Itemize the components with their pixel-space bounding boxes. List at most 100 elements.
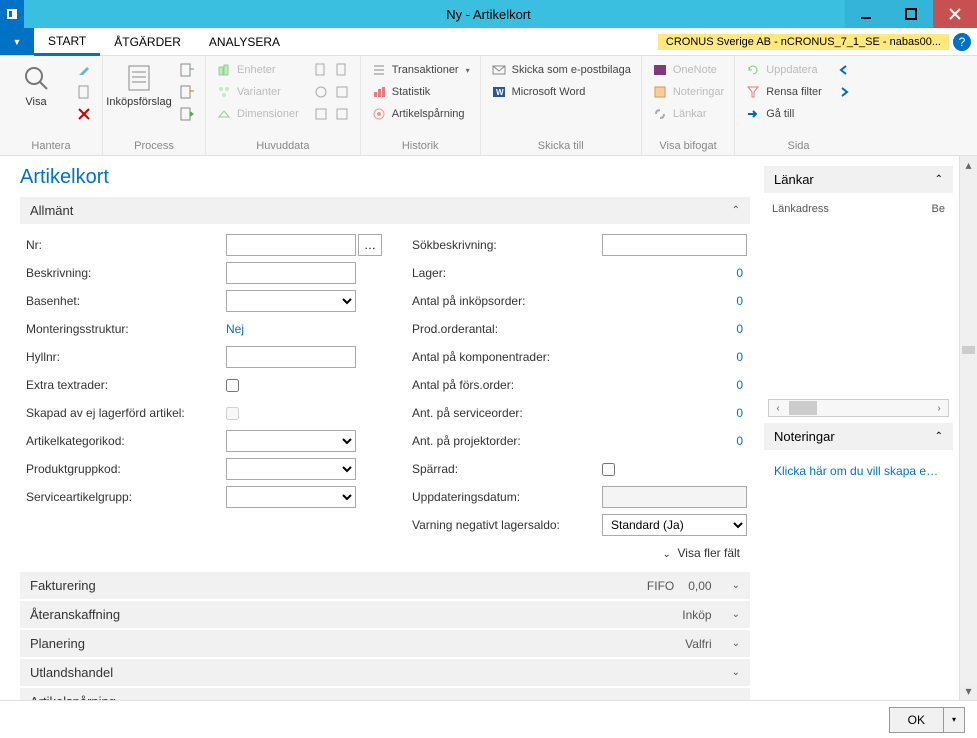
rensa-filter-button[interactable]: Rensa filter xyxy=(741,82,826,102)
fasttab-ateranskaffning[interactable]: Återanskaffning Inköp ⌄ xyxy=(20,601,750,628)
lager-value[interactable]: 0 xyxy=(602,266,747,280)
gatill-button[interactable]: Gå till xyxy=(741,104,826,124)
prev-button[interactable] xyxy=(832,60,856,80)
label-sokbeskrivning: Sökbeskrivning: xyxy=(412,238,602,252)
fasttab-utlandshandel[interactable]: Utlandshandel ⌄ xyxy=(20,659,750,686)
varning-select[interactable]: Standard (Ja) xyxy=(602,514,747,536)
transaktioner-button[interactable]: Transaktioner▾ xyxy=(367,60,474,80)
tab-analysera[interactable]: ANALYSERA xyxy=(195,28,294,55)
statistik-button[interactable]: Statistik xyxy=(367,82,474,102)
scroll-up-icon[interactable]: ▴ xyxy=(960,156,977,174)
komponentrader-value[interactable]: 0 xyxy=(602,350,747,364)
label-projektorder: Ant. på projektorder: xyxy=(412,434,602,448)
chevron-down-icon: ⌄ xyxy=(732,667,740,678)
huvud-btn-3[interactable] xyxy=(309,104,354,124)
fasttab-planering[interactable]: Planering Valfri ⌄ xyxy=(20,630,750,657)
ok-split-button[interactable]: OK ▾ xyxy=(889,707,965,733)
next-button[interactable] xyxy=(832,82,856,102)
inkopsforslag-button[interactable]: Inköpsförslag xyxy=(109,58,169,108)
close-button[interactable] xyxy=(933,0,977,28)
nr-input[interactable] xyxy=(226,234,356,256)
forsorder-value[interactable]: 0 xyxy=(602,378,747,392)
onenote-button[interactable]: OneNote xyxy=(648,60,728,80)
scroll-down-icon[interactable]: ▾ xyxy=(960,682,977,700)
next-icon xyxy=(836,84,852,100)
process-btn-1[interactable] xyxy=(175,60,199,80)
hyllnr-input[interactable] xyxy=(226,346,356,368)
new-doc-icon xyxy=(76,84,92,100)
process-btn-3[interactable] xyxy=(175,104,199,124)
uppdatera-button[interactable]: Uppdatera xyxy=(741,60,826,80)
edit-button[interactable] xyxy=(72,60,96,80)
show-more-fields[interactable]: ⌄ Visa fler fält xyxy=(20,540,750,570)
ribbon: Visa Hantera Inköpsförslag Process xyxy=(0,56,977,156)
ok-button[interactable]: OK xyxy=(890,708,943,732)
tab-atgarder[interactable]: ÅTGÄRDER xyxy=(100,28,195,55)
beskrivning-input[interactable] xyxy=(226,262,356,284)
scroll-nub[interactable] xyxy=(962,346,975,354)
group-bifogat: Visa bifogat xyxy=(648,137,728,155)
new-button[interactable] xyxy=(72,82,96,102)
enheter-button[interactable]: Enheter xyxy=(212,60,303,80)
serviceorder-value[interactable]: 0 xyxy=(602,406,747,420)
artikelsparning-button[interactable]: Artikelspårning xyxy=(367,104,474,124)
notes-icon xyxy=(652,84,668,100)
uppdateringsdatum-input xyxy=(602,486,747,508)
main-scrollbar[interactable]: ▴ ▾ xyxy=(959,156,977,700)
main-content: Artikelkort Allmänt ⌃ Nr: … Beskrivning:… xyxy=(0,156,764,700)
delete-button[interactable] xyxy=(72,104,96,124)
basenhet-select[interactable] xyxy=(226,290,356,312)
scroll-right-icon[interactable]: › xyxy=(930,403,948,414)
artikelkategorikod-select[interactable] xyxy=(226,430,356,452)
noteringar-button[interactable]: Noteringar xyxy=(648,82,728,102)
fasttab-artikelsparning[interactable]: Artikelspårning ⌄ xyxy=(20,688,750,700)
doc-small4-icon xyxy=(334,84,350,100)
svg-text:W: W xyxy=(496,88,504,97)
produktgruppkod-select[interactable] xyxy=(226,458,356,480)
projektorder-value[interactable]: 0 xyxy=(602,434,747,448)
fasttab-fakturering[interactable]: Fakturering FIFO0,00 ⌄ xyxy=(20,572,750,599)
goto-icon xyxy=(745,106,761,122)
noteringar-create-link[interactable]: Klicka här om du vill skapa en ny... xyxy=(764,456,953,486)
factbox-lankar-header[interactable]: Länkar ⌃ xyxy=(764,166,953,193)
word-icon: W xyxy=(491,84,507,100)
group-skicka: Skicka till xyxy=(487,137,635,155)
extra-textrader-checkbox[interactable] xyxy=(226,379,239,392)
footer: OK ▾ xyxy=(0,700,977,738)
group-huvuddata: Huvuddata xyxy=(212,137,354,155)
scroll-thumb[interactable] xyxy=(789,401,817,415)
scroll-left-icon[interactable]: ‹ xyxy=(769,403,787,414)
huvud-btn-2[interactable] xyxy=(309,82,354,102)
doc-small6-icon xyxy=(334,106,350,122)
serviceartikelgrupp-select[interactable] xyxy=(226,486,356,508)
minimize-button[interactable] xyxy=(845,0,889,28)
varianter-button[interactable]: Varianter xyxy=(212,82,303,102)
sparrad-checkbox[interactable] xyxy=(602,463,615,476)
worksheet-icon xyxy=(123,62,155,94)
window-titlebar: Ny - Artikelkort xyxy=(0,0,977,28)
huvud-btn-1[interactable] xyxy=(309,60,354,80)
nr-lookup-button[interactable]: … xyxy=(358,234,382,256)
dimensioner-button[interactable]: Dimensioner xyxy=(212,104,303,124)
file-tab[interactable]: ▼ xyxy=(0,28,34,55)
help-icon[interactable]: ? xyxy=(953,33,971,51)
ok-dropdown[interactable]: ▾ xyxy=(943,708,964,732)
word-button[interactable]: WMicrosoft Word xyxy=(487,82,635,102)
monteringsstruktur-value[interactable]: Nej xyxy=(226,322,244,336)
tab-start[interactable]: START xyxy=(34,28,100,56)
doc-small2-icon xyxy=(334,62,350,78)
inkopsorder-value[interactable]: 0 xyxy=(602,294,747,308)
prodorder-value[interactable]: 0 xyxy=(602,322,747,336)
process-btn-2[interactable] xyxy=(175,82,199,102)
sokbeskrivning-input[interactable] xyxy=(602,234,747,256)
epost-button[interactable]: Skicka som e-postbilaga xyxy=(487,60,635,80)
factbox-noteringar-header[interactable]: Noteringar ⌃ xyxy=(764,423,953,450)
maximize-button[interactable] xyxy=(889,0,933,28)
label-lager: Lager: xyxy=(412,266,602,280)
dimensions-icon xyxy=(216,106,232,122)
factbox-hscroll[interactable]: ‹ › xyxy=(768,399,949,417)
fasttab-allmant-header[interactable]: Allmänt ⌃ xyxy=(20,197,750,224)
lankar-button[interactable]: Länkar xyxy=(648,104,728,124)
visa-button[interactable]: Visa xyxy=(6,58,66,108)
chevron-down-icon: ⌄ xyxy=(732,580,740,591)
